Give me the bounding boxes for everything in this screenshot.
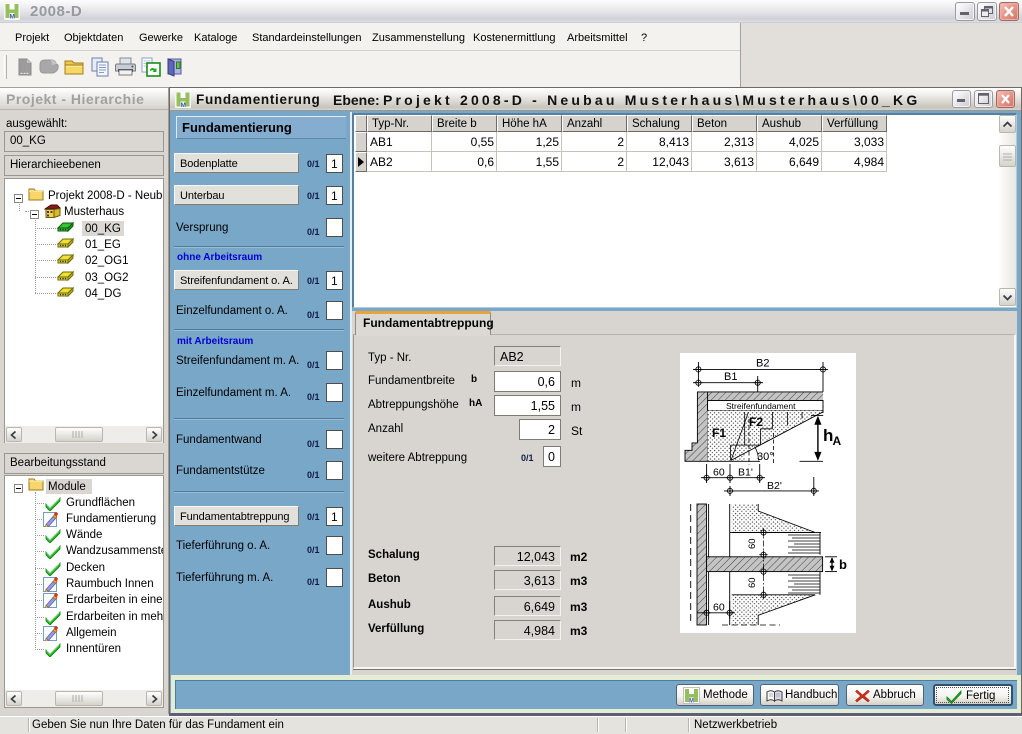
svg-text:F2: F2 xyxy=(749,415,763,429)
svg-text:60: 60 xyxy=(747,538,758,549)
svg-text:M: M xyxy=(10,14,15,21)
svg-text:B2: B2 xyxy=(756,358,769,370)
svg-text:60: 60 xyxy=(713,467,725,479)
svg-text:F1: F1 xyxy=(712,426,726,440)
svg-text:M: M xyxy=(181,102,186,108)
svg-text:B2': B2' xyxy=(767,480,782,492)
svg-text:b: b xyxy=(839,557,847,572)
svg-text:60: 60 xyxy=(713,602,725,614)
svg-text:A: A xyxy=(833,434,842,448)
svg-text:Streifenfundament: Streifenfundament xyxy=(726,401,796,411)
svg-text:B1: B1 xyxy=(724,371,737,383)
svg-text:B1': B1' xyxy=(738,467,753,479)
svg-text:M: M xyxy=(689,699,694,705)
svg-text:30°: 30° xyxy=(757,451,774,463)
svg-text:60: 60 xyxy=(747,577,758,588)
